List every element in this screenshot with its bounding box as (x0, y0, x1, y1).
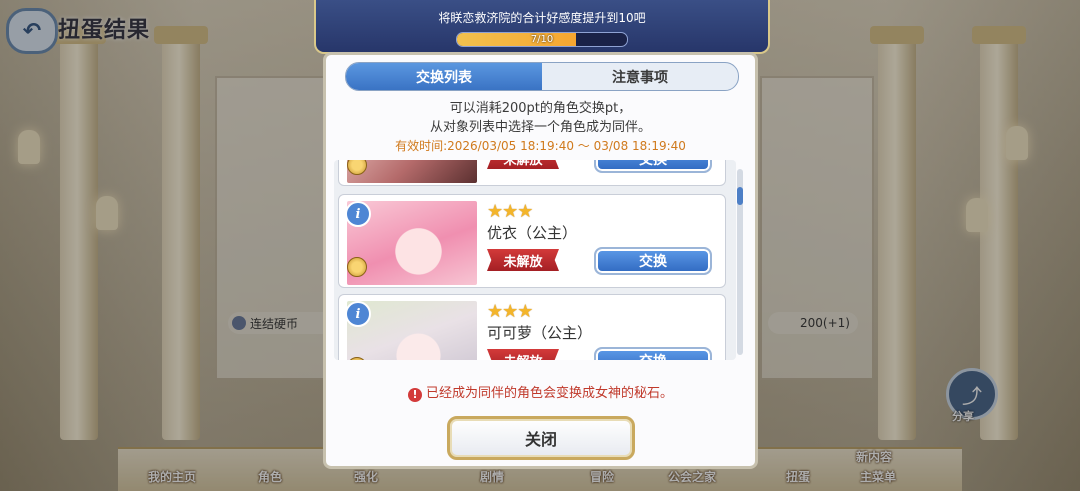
tab-notes[interactable]: 注意事项 (542, 63, 738, 90)
status-badge: 未解放 (487, 349, 559, 360)
info-icon[interactable]: i (345, 201, 371, 227)
warning-icon: ! (407, 388, 422, 402)
description-line-2: 从对象列表中选择一个角色成为同伴。 (429, 120, 651, 135)
affection-text: 将眹恋救济院的合计好感度提升到10吧 (438, 11, 646, 25)
validity-period: 有效时间:2026/03/05 18:19:40 ～ 03/08 18:19:4… (395, 139, 686, 153)
list-item: i ★★★ 可可萝（公主） 未解放 交换 (338, 294, 726, 360)
list-scrollbar[interactable] (737, 169, 743, 355)
exchange-button[interactable]: 交换 (594, 347, 712, 360)
scrollbar-thumb[interactable] (737, 187, 743, 205)
status-badge: 未解放 (487, 249, 559, 271)
exchange-button[interactable]: 交换 (594, 247, 712, 275)
exchange-dialog: 交换列表 注意事项 可以消耗200pt的角色交换pt， 从对象列表中选择一个角色… (323, 52, 758, 469)
warning-text: 已经成为同伴的角色会变换成女神的秘石。 (425, 386, 673, 401)
affection-progress-bar: 7/10 (456, 32, 628, 47)
warning-message: ! 已经成为同伴的角色会变换成女神的秘石。 (326, 382, 755, 402)
tab-exchange-list[interactable]: 交换列表 (346, 63, 542, 90)
info-icon[interactable]: i (345, 301, 371, 327)
rank-medal-icon (347, 257, 367, 277)
status-badge: 未解放 (487, 160, 559, 169)
description-line-1: 可以消耗200pt的角色交换pt， (449, 101, 632, 116)
affection-banner: 将眹恋救济院的合计好感度提升到10吧 7/10 (314, 0, 770, 54)
list-item: 未解放 交换 (338, 160, 726, 186)
exchange-button[interactable]: 交换 (594, 160, 712, 173)
rarity-stars: ★★★ (487, 301, 533, 322)
tab-bar: 交换列表 注意事项 (345, 62, 739, 91)
affection-progress-label: 7/10 (530, 34, 554, 45)
close-button[interactable]: 关闭 (447, 416, 635, 460)
character-name: 优衣（公主） (487, 224, 578, 242)
character-list[interactable]: 未解放 交换 i ★★★ 优衣（公主） 未解放 交换 i ★★★ 可可萝（公主）… (334, 160, 736, 360)
rarity-stars: ★★★ (487, 201, 533, 222)
character-name: 可可萝（公主） (487, 324, 593, 342)
list-item: i ★★★ 优衣（公主） 未解放 交换 (338, 194, 726, 288)
